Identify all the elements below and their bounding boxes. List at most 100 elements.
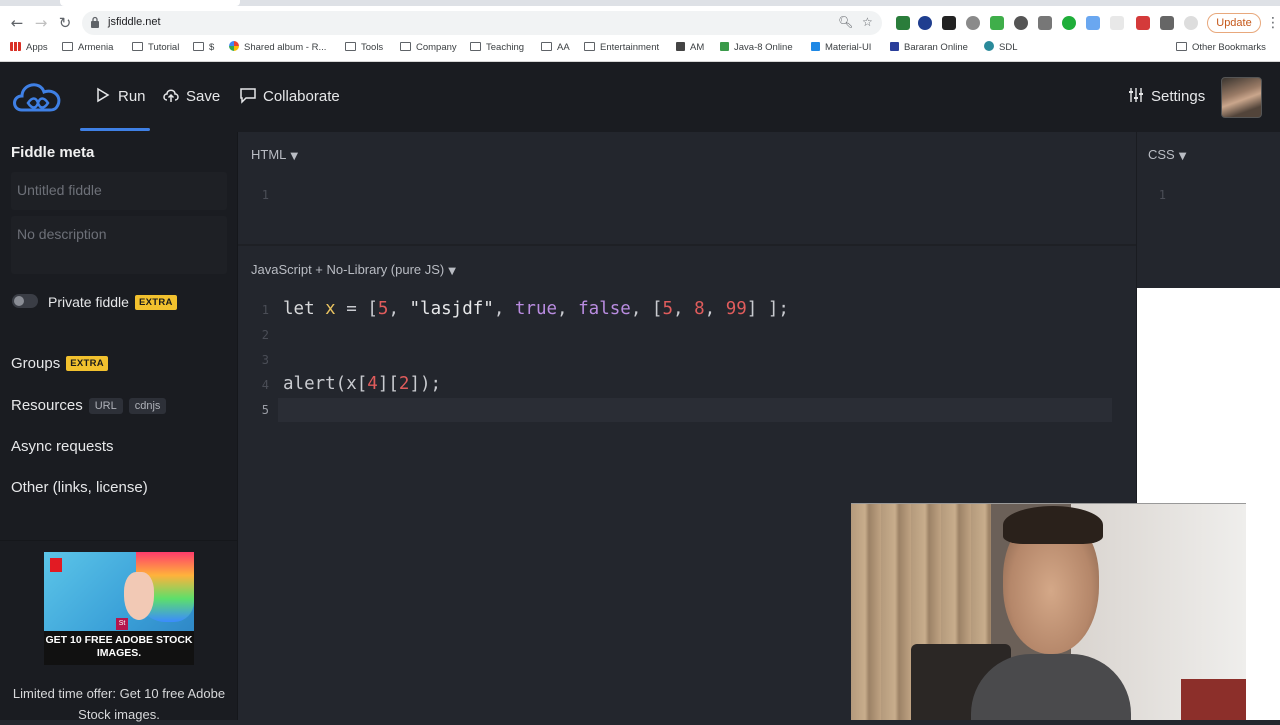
toggle-knob: [14, 296, 24, 306]
bookmark-am[interactable]: AM: [676, 40, 704, 56]
folder-icon: [62, 42, 73, 51]
bookmark-tutorial[interactable]: Tutorial: [132, 40, 179, 56]
folder-icon: [541, 42, 552, 51]
settings-button[interactable]: Settings: [1127, 84, 1205, 110]
material-ui-icon: [811, 42, 820, 51]
extension-green-dot-icon[interactable]: [1062, 16, 1076, 30]
bookmark-material-ui[interactable]: Material-UI: [811, 40, 871, 56]
bookmark-bararan[interactable]: Bararan Online: [890, 40, 968, 56]
tab-strip: [0, 0, 1280, 6]
extension-cloud-icon[interactable]: [918, 16, 932, 30]
fiddle-title-input[interactable]: Untitled fiddle: [11, 172, 227, 210]
folder-icon: [400, 42, 411, 51]
private-fiddle-label: Private fiddle EXTRA: [48, 294, 177, 310]
back-icon[interactable]: ←: [8, 14, 26, 32]
bookmark-other[interactable]: Other Bookmarks: [1176, 40, 1266, 56]
html-panel-header[interactable]: HTML ▼: [251, 147, 298, 162]
js-panel-header[interactable]: JavaScript + No-Library (pure JS) ▼: [251, 262, 456, 277]
user-avatar[interactable]: [1221, 77, 1262, 118]
webcam-overlay: [851, 503, 1246, 720]
run-active-indicator: [80, 128, 150, 131]
active-line-highlight: [278, 398, 1112, 422]
folder-icon: [1176, 42, 1187, 51]
bookmark-dollar[interactable]: $: [193, 40, 214, 56]
dropdown-caret-icon: ▼: [448, 266, 456, 277]
bookmarks-bar: Apps Armenia Tutorial $ Shared album - R…: [0, 38, 1280, 58]
js-code-line-4[interactable]: alert(x[4][2]);: [283, 374, 441, 394]
extension-circle-icon[interactable]: [1014, 16, 1028, 30]
ad-caption[interactable]: Limited time offer: Get 10 free Adobe St…: [10, 683, 228, 725]
collaborate-button[interactable]: Collaborate: [239, 84, 340, 110]
code-icon: [720, 42, 729, 51]
app-header: Run Save Collaborate Settings: [0, 62, 1280, 132]
ad-face: [124, 572, 154, 620]
bookmark-teaching[interactable]: Teaching: [470, 40, 524, 56]
bookmark-tools[interactable]: Tools: [345, 40, 383, 56]
ad-headline: GET 10 FREE ADOBE STOCK IMAGES.: [45, 634, 193, 659]
html-line-number: 1: [261, 188, 269, 202]
async-requests-link[interactable]: Async requests: [11, 438, 114, 455]
photos-icon: [229, 41, 239, 51]
browser-chrome: ← → ↻ jsfiddle.net 🔍︎ ☆ Update ⋮ Apps Ar…: [0, 0, 1280, 62]
cdnjs-badge[interactable]: cdnjs: [128, 398, 167, 414]
folder-icon: [470, 42, 481, 51]
css-panel-header[interactable]: CSS ▼: [1148, 147, 1186, 162]
bookmark-entertainment[interactable]: Entertainment: [584, 40, 659, 56]
resources-link[interactable]: Resources URL cdnjs: [11, 397, 167, 414]
adobe-stock-logo-icon: St: [116, 618, 128, 630]
extension-red-icon[interactable]: [1136, 16, 1150, 30]
sidebar-divider: [0, 540, 238, 541]
extension-blank-icon[interactable]: [1110, 16, 1124, 30]
menu-kebab-icon[interactable]: ⋮: [1266, 13, 1280, 33]
bookmark-sdl[interactable]: SDL: [984, 40, 1017, 56]
sdl-icon: [984, 41, 994, 51]
bookmark-shared-album[interactable]: Shared album - R...: [229, 40, 326, 56]
zoom-icon[interactable]: 🔍︎: [838, 15, 853, 29]
apps-grid-icon: [10, 42, 21, 51]
groups-link[interactable]: Groups EXTRA: [11, 355, 108, 372]
private-fiddle-toggle[interactable]: [12, 294, 38, 308]
webcam-person-hair: [1003, 506, 1103, 544]
bookmark-java8[interactable]: Java-8 Online: [720, 40, 793, 56]
reload-icon[interactable]: ↻: [56, 14, 74, 32]
extension-pen-icon[interactable]: [896, 16, 910, 30]
jsfiddle-logo-icon[interactable]: [10, 76, 66, 118]
address-bar[interactable]: jsfiddle.net 🔍︎ ☆: [82, 11, 882, 35]
bookmark-armenia[interactable]: Armenia: [62, 40, 113, 56]
html-js-splitter[interactable]: [238, 244, 1136, 246]
extension-skype-icon[interactable]: [966, 16, 980, 30]
extension-calendar-icon[interactable]: [1086, 16, 1100, 30]
bookmark-aa[interactable]: AA: [541, 40, 570, 56]
adobe-stock-ad-image[interactable]: St GET 10 FREE ADOBE STOCK IMAGES.: [44, 552, 194, 665]
profile-icon[interactable]: [1184, 16, 1198, 30]
run-button[interactable]: Run: [94, 84, 146, 110]
am-icon: [676, 42, 685, 51]
address-row: ← → ↻ jsfiddle.net 🔍︎ ☆ Update ⋮: [0, 8, 1280, 38]
js-line-number: 3: [261, 353, 269, 367]
url-badge[interactable]: URL: [88, 398, 123, 414]
folder-icon: [345, 42, 356, 51]
sidebar: Fiddle meta Untitled fiddle No descripti…: [0, 132, 238, 722]
forward-icon[interactable]: →: [32, 14, 50, 32]
bookmark-company[interactable]: Company: [400, 40, 457, 56]
active-tab[interactable]: [60, 0, 240, 6]
extensions-puzzle-icon[interactable]: [1160, 16, 1174, 30]
sliders-icon: [1129, 88, 1143, 102]
save-button[interactable]: Save: [162, 84, 220, 110]
css-line-number: 1: [1158, 188, 1166, 202]
fiddle-description-input[interactable]: No description: [11, 216, 227, 274]
extension-hat-icon[interactable]: [1038, 16, 1052, 30]
lock-icon: [91, 16, 99, 28]
star-icon[interactable]: ☆: [862, 15, 873, 29]
extra-badge: EXTRA: [66, 356, 108, 371]
js-line-number: 4: [261, 378, 269, 392]
dropdown-caret-icon: ▼: [1178, 151, 1187, 162]
update-button[interactable]: Update: [1207, 13, 1261, 33]
chat-bubble-icon: [240, 88, 256, 104]
extension-sync-icon[interactable]: [990, 16, 1004, 30]
other-links-license-link[interactable]: Other (links, license): [11, 479, 148, 496]
js-code-line-1[interactable]: let x = [5, "lasjdf", true, false, [5, 8…: [283, 299, 789, 319]
bookmark-apps[interactable]: Apps: [10, 40, 48, 56]
extension-grid-icon[interactable]: [942, 16, 956, 30]
url-text: jsfiddle.net: [108, 16, 161, 28]
